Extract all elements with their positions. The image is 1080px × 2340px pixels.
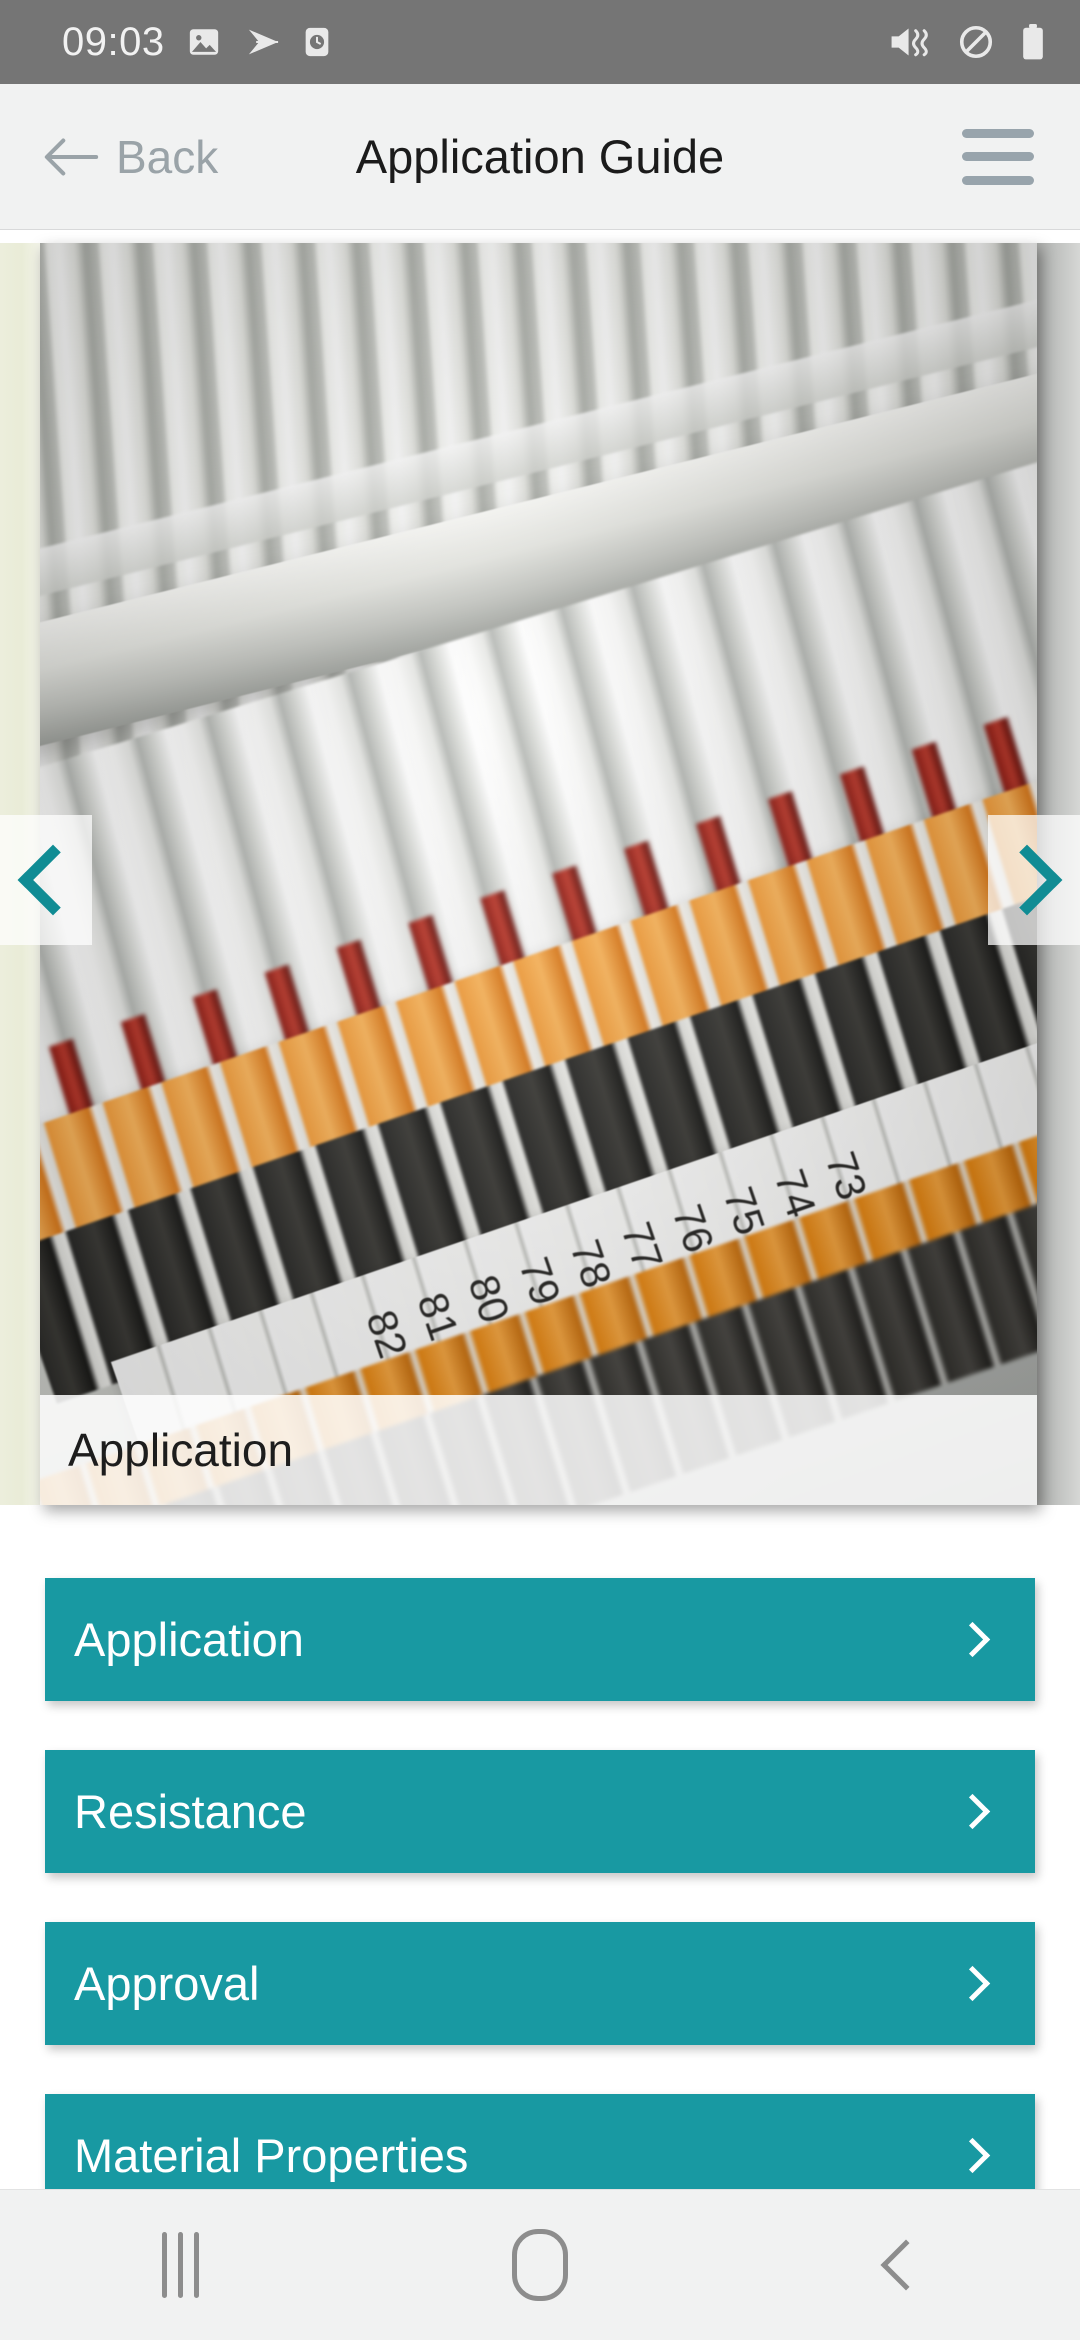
- carousel-next-button[interactable]: [988, 815, 1080, 945]
- recents-button[interactable]: [110, 2215, 250, 2315]
- carousel-caption: Application: [40, 1395, 1037, 1505]
- status-time: 09:03: [62, 19, 165, 64]
- status-bar-left: 09:03: [62, 20, 331, 65]
- status-bar-right: [888, 23, 1046, 61]
- back-label: Back: [116, 130, 219, 183]
- menu-item-label: Approval: [74, 1957, 260, 2010]
- hamburger-menu-icon[interactable]: [962, 128, 1034, 185]
- carousel-image: 82818079787776757473: [40, 243, 1037, 1505]
- recents-icon: [161, 2232, 199, 2298]
- menu-item-application[interactable]: Application: [45, 1578, 1035, 1701]
- send-icon: [248, 29, 278, 55]
- chevron-right-icon: [954, 1793, 991, 1830]
- carousel-slide[interactable]: 82818079787776757473 Application: [40, 243, 1037, 1505]
- back-icon: [880, 2239, 932, 2291]
- chevron-right-icon: [954, 1621, 991, 1658]
- chevron-right-icon: [991, 844, 1063, 916]
- clock-icon: [305, 27, 328, 57]
- back-button[interactable]: Back: [42, 130, 218, 184]
- menu-item-label: Application: [74, 1613, 304, 1666]
- arrow-left-icon: [44, 138, 99, 175]
- menu-item-label: Resistance: [74, 1785, 307, 1838]
- battery-icon: [1023, 23, 1043, 60]
- vibrate-mute-icon: [891, 28, 928, 57]
- image-carousel[interactable]: 82818079787776757473 Application: [0, 231, 1080, 1529]
- do-not-disturb-icon: [959, 25, 993, 59]
- system-back-button[interactable]: [830, 2215, 970, 2315]
- guide-section-list: Application Resistance Approval Material…: [0, 1578, 1080, 2217]
- menu-item-approval[interactable]: Approval: [45, 1922, 1035, 2045]
- home-icon: [512, 2229, 568, 2301]
- menu-bar-3: [962, 175, 1034, 185]
- menu-bar-2: [962, 152, 1034, 161]
- chevron-right-icon: [954, 2137, 991, 2174]
- menu-item-label: Material Properties: [74, 2129, 469, 2182]
- menu-item-resistance[interactable]: Resistance: [45, 1750, 1035, 1873]
- chevron-left-icon: [17, 844, 89, 916]
- carousel-caption-text: Application: [68, 1424, 294, 1476]
- chevron-right-icon: [954, 1965, 991, 2002]
- home-button[interactable]: [470, 2215, 610, 2315]
- menu-bar-1: [962, 128, 1034, 138]
- carousel-prev-button[interactable]: [0, 815, 92, 945]
- app-header: Back Application Guide: [0, 84, 1080, 230]
- system-navigation-bar: [0, 2189, 1080, 2340]
- status-bar: 09:03: [0, 0, 1080, 84]
- image-icon: [189, 29, 218, 55]
